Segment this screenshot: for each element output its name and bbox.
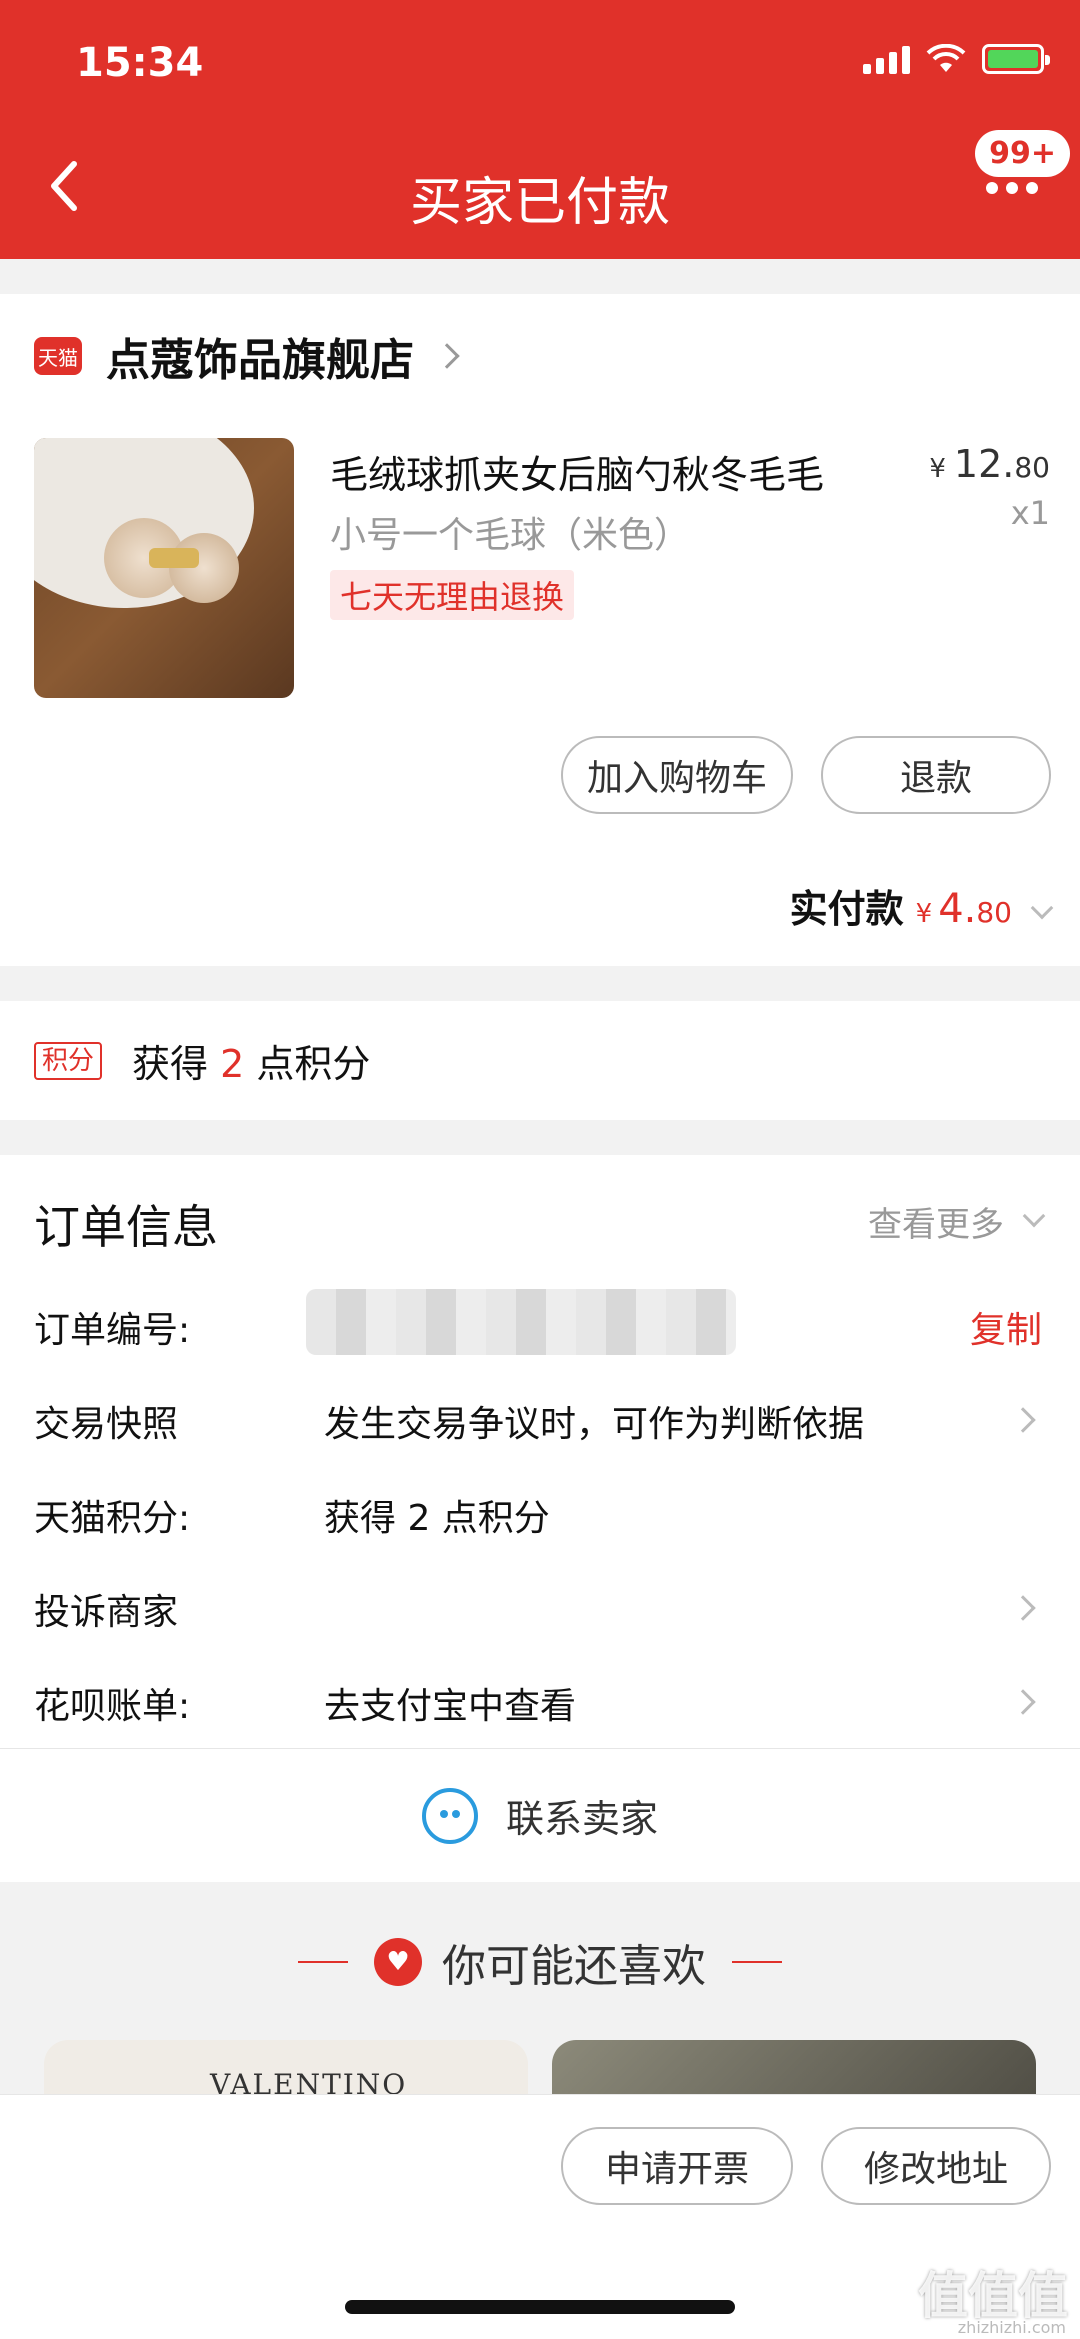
chevron-right-icon [1010,1407,1036,1433]
tmall-points-label: 天猫积分: [34,1498,191,1539]
chevron-down-icon [1022,1204,1046,1227]
chevron-right-icon [1010,1689,1036,1715]
cellular-signal-icon [863,44,910,74]
snapshot-row[interactable]: 交易快照 发生交易争议时，可作为判断依据 [0,1395,1080,1455]
order-info-title: 订单信息 [34,1200,218,1254]
chevron-right-icon [434,343,460,369]
product-price: ¥12.80 [929,442,1050,486]
tmall-points-value: 获得 2 点积分 [324,1498,550,1539]
points-icon: 积分 [34,1041,103,1080]
tmall-icon: 天猫 [34,337,82,375]
recommend-header: ♥ 你可能还喜欢 [0,1930,1080,1994]
return-policy-tag: 七天无理由退换 [330,570,575,620]
status-icons [863,44,1050,74]
order-product-card: 天猫 点蔻饰品旗舰店 毛绒球抓夹女后脑勺秋冬毛毛 小号一个毛球（米色） 七天无理… [0,294,1080,966]
message-count-badge: 99+ [975,130,1070,177]
recommend-title: 你可能还喜欢 [442,1941,706,1992]
page-title: 买家已付款 [409,173,670,233]
product-image[interactable] [34,438,294,698]
snapshot-value: 发生交易争议时，可作为判断依据 [324,1404,865,1445]
order-number-redacted [306,1289,736,1355]
battery-icon [982,44,1050,74]
shop-row[interactable]: 天猫 点蔻饰品旗舰店 [34,324,460,388]
copy-button[interactable]: 复制 [970,1301,1042,1353]
complain-label: 投诉商家 [34,1592,179,1633]
home-indicator[interactable] [345,2300,735,2314]
order-number-label: 订单编号: [34,1310,191,1351]
points-text: 获得 2 点积分 [132,1042,371,1086]
contact-seller-label: 联系卖家 [505,1797,658,1841]
huabei-value: 去支付宝中查看 [324,1686,577,1727]
more-icon[interactable] [984,178,1040,198]
order-number-row: 订单编号: 复制 [0,1289,1080,1361]
product-sku: 小号一个毛球（米色） [330,515,691,556]
wifi-icon [926,44,966,72]
amount-paid-label: 实付款 [789,887,904,931]
tmall-points-row: 天猫积分: 获得 2 点积分 [0,1489,1080,1549]
product-title[interactable]: 毛绒球抓夹女后脑勺秋冬毛毛 [330,444,890,499]
chat-icon [421,1787,478,1844]
complain-row[interactable]: 投诉商家 [0,1583,1080,1643]
product-quantity: x1 [1010,494,1050,532]
refund-button[interactable]: 退款 [821,736,1051,814]
amount-paid[interactable]: 实付款 ¥ 4. 80 [789,878,1054,933]
view-more-button[interactable]: 查看更多 [868,1197,1046,1246]
change-address-button[interactable]: 修改地址 [821,2127,1051,2205]
status-time: 15:34 [76,40,204,86]
shop-name: 点蔻饰品旗舰店 [106,335,414,386]
watermark-url: zhizhizhi.com [957,2318,1066,2337]
huabei-label: 花呗账单: [34,1686,191,1727]
snapshot-label: 交易快照 [34,1404,179,1445]
chevron-right-icon [1010,1595,1036,1621]
huabei-row[interactable]: 花呗账单: 去支付宝中查看 [0,1677,1080,1737]
contact-seller-button[interactable]: 联系卖家 [0,1748,1080,1882]
request-invoice-button[interactable]: 申请开票 [561,2127,793,2205]
points-card: 积分 获得 2 点积分 [0,1001,1080,1120]
add-to-cart-button[interactable]: 加入购物车 [561,736,793,814]
heart-icon: ♥ [374,1938,422,1986]
chevron-down-icon [1030,896,1054,920]
order-info-card: 订单信息 查看更多 订单编号: 复制 交易快照 发生交易争议时，可作为判断依据 … [0,1155,1080,1748]
header-bar: 15:34 买家已付款 99+ [0,0,1080,259]
